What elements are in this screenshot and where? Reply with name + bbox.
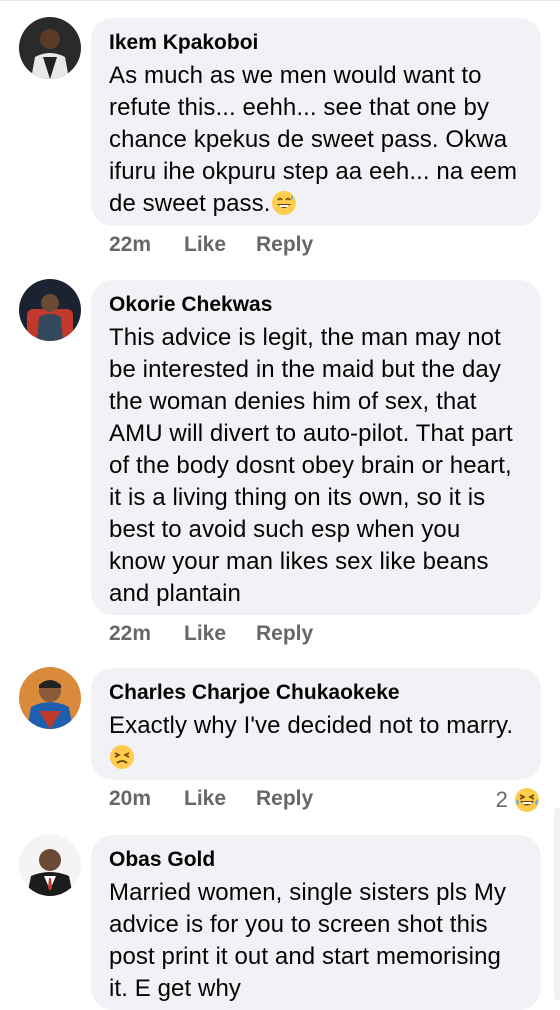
reply-button[interactable]: Reply [256, 233, 313, 257]
reply-button[interactable]: Reply [256, 622, 313, 646]
like-button[interactable]: Like [184, 622, 226, 646]
top-divider [0, 0, 560, 1]
comment-bubble: Okorie Chekwas This advice is legit, the… [91, 280, 541, 615]
avatar[interactable] [19, 17, 81, 79]
avatar[interactable] [19, 279, 81, 341]
reply-button[interactable]: Reply [256, 787, 313, 811]
persevering-face-emoji-icon [109, 744, 135, 770]
like-button[interactable]: Like [184, 787, 226, 811]
comment-author[interactable]: Ikem Kpakoboi [109, 28, 523, 58]
comment-bubble: Obas Gold Married women, single sisters … [91, 835, 541, 1010]
comment-time[interactable]: 20m [109, 787, 151, 811]
avatar[interactable] [19, 667, 81, 729]
comment-author[interactable]: Obas Gold [109, 845, 523, 875]
like-button[interactable]: Like [184, 233, 226, 257]
comment-author[interactable]: Okorie Chekwas [109, 290, 523, 320]
comment-bubble: Ikem Kpakoboi As much as we men would wa… [91, 18, 541, 226]
comment-author[interactable]: Charles Charjoe Chukaokeke [109, 678, 523, 708]
comment-time[interactable]: 22m [109, 233, 151, 257]
comment-time[interactable]: 22m [109, 622, 151, 646]
reaction-summary[interactable]: 2 [496, 786, 540, 816]
comment-bubble: Charles Charjoe Chukaokeke Exactly why I… [91, 668, 541, 780]
comment-text: This advice is legit, the man may not be… [109, 324, 513, 607]
scrollbar[interactable] [554, 808, 560, 1000]
grinning-sweat-emoji-icon [271, 190, 297, 216]
comment-text: As much as we men would want to refute t… [109, 60, 523, 220]
comment-text: Married women, single sisters pls My adv… [109, 879, 507, 1002]
reaction-count: 2 [495, 787, 508, 813]
comment-text: Exactly why I've decided not to marry. [109, 710, 523, 774]
avatar[interactable] [19, 834, 81, 896]
comment-body: As much as we men would want to refute t… [109, 62, 518, 217]
comment-body: Exactly why I've decided not to marry. [109, 712, 514, 739]
laughing-emoji-icon [514, 787, 540, 813]
